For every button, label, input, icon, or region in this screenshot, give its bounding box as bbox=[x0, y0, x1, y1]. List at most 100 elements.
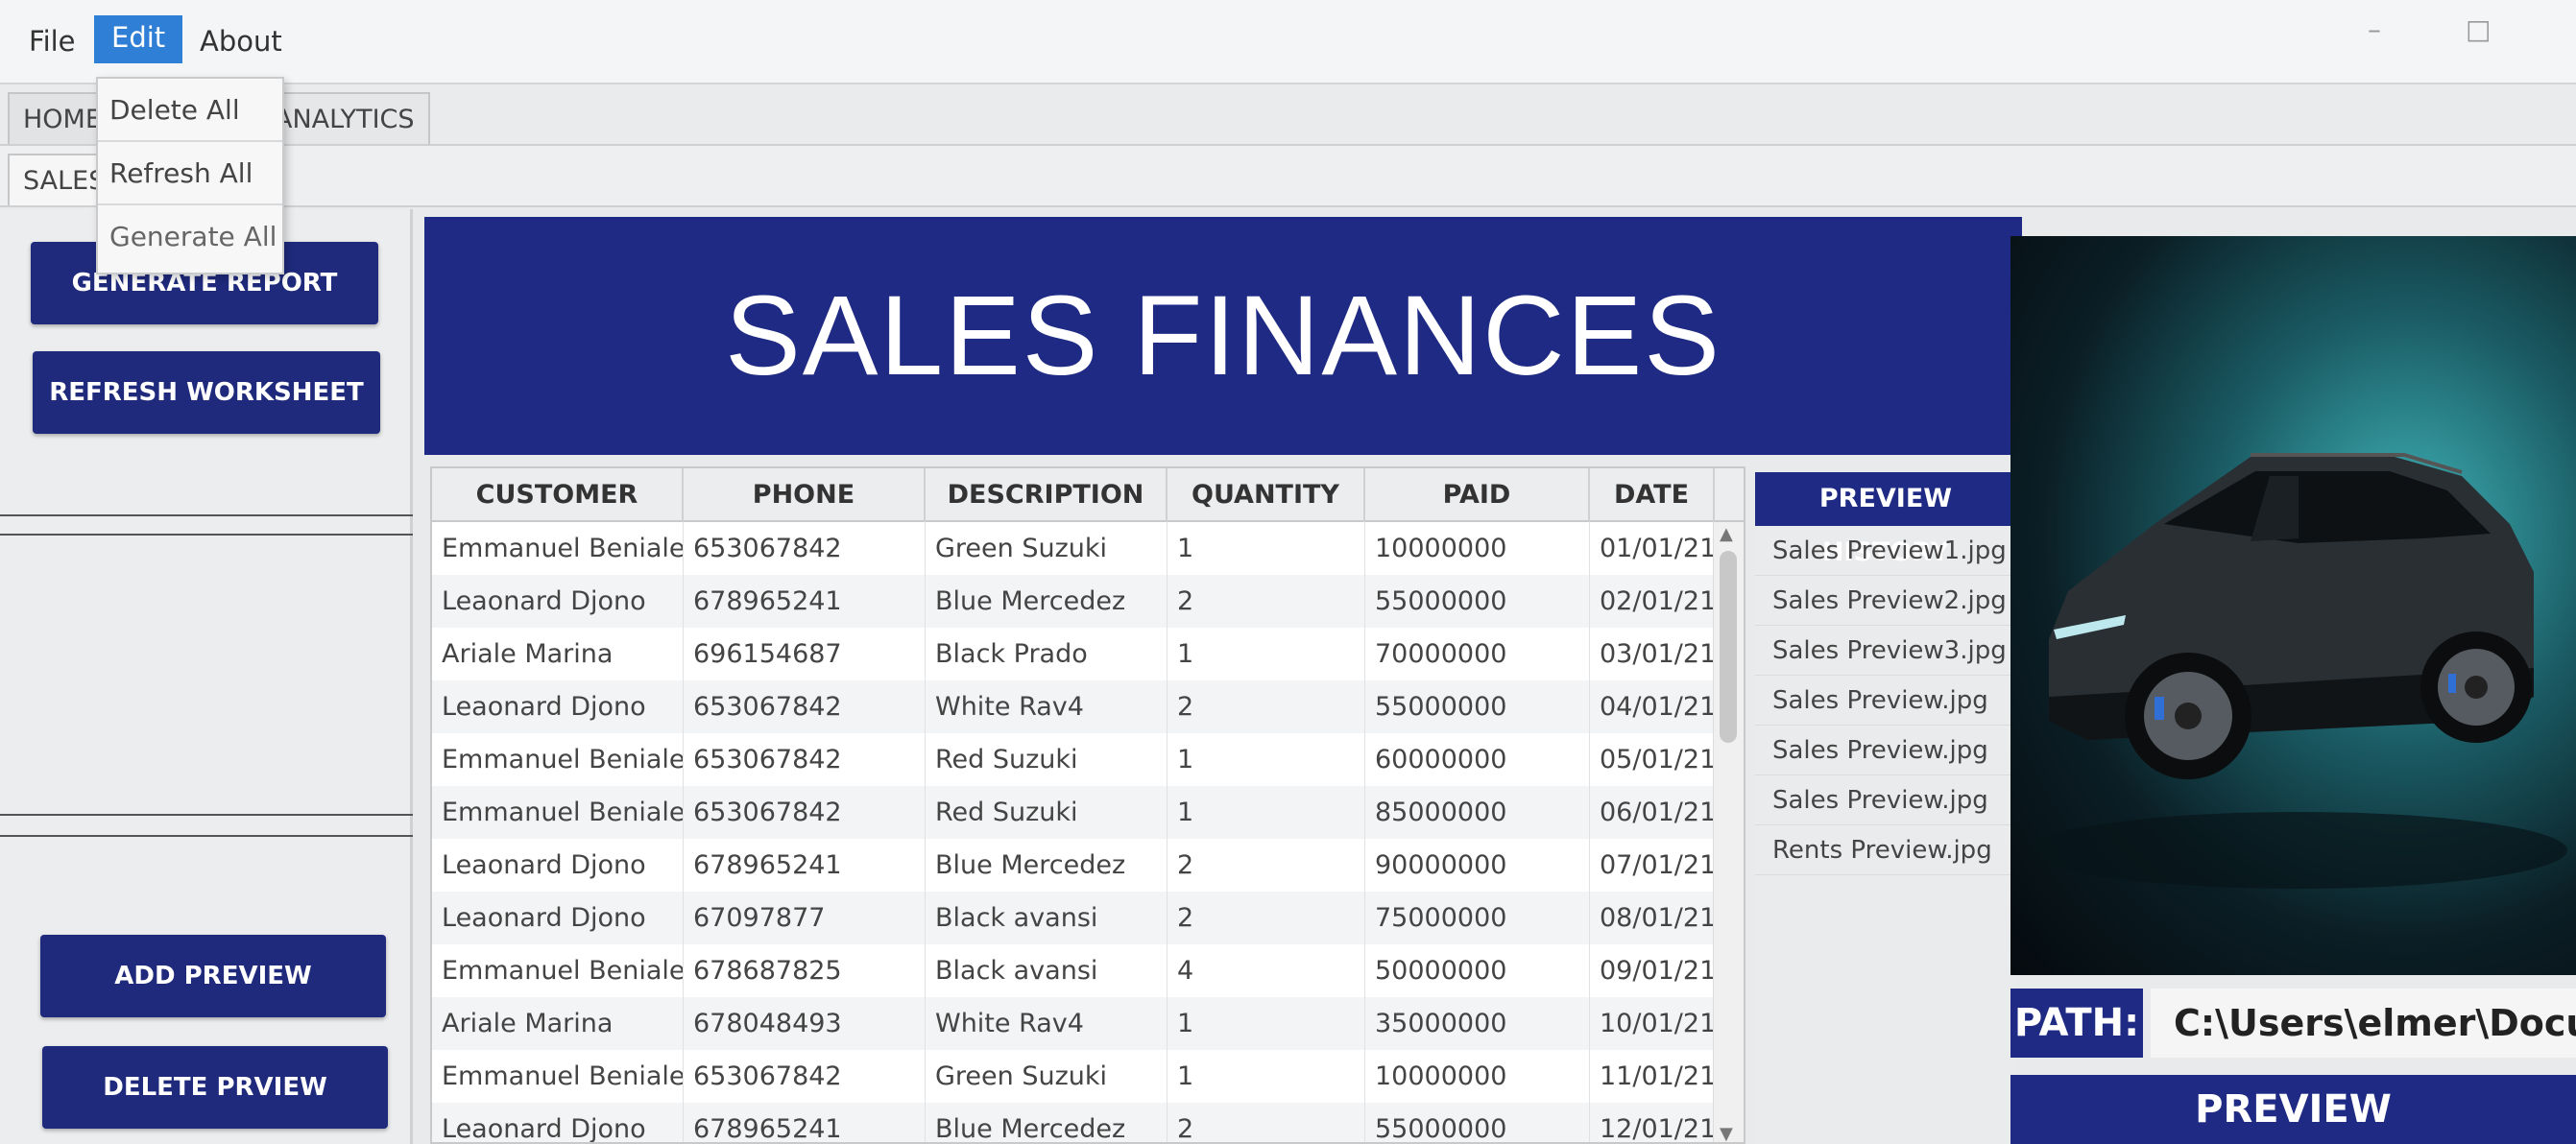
cell-description: Black avansi bbox=[926, 944, 1168, 997]
cell-description: Green Suzuki bbox=[926, 1050, 1168, 1103]
table-body: Emmanuel Beniale 653067842 Green Suzuki 1 10… bbox=[432, 522, 1715, 1142]
table-row[interactable]: Emmanuel Beniale 653067842 Red Suzuki 1 6000… bbox=[432, 733, 1715, 786]
cell-customer: Emmanuel Beniale bbox=[432, 733, 684, 786]
history-list-item[interactable]: Sales Preview.jpg bbox=[1755, 775, 2016, 825]
cell-date: 10/01/21 bbox=[1590, 997, 1715, 1050]
cell-date: 01/01/21 bbox=[1590, 522, 1715, 575]
cell-description: Blue Mercedez bbox=[926, 1103, 1168, 1142]
preview-button[interactable]: PREVIEW bbox=[2010, 1075, 2576, 1144]
column-header-paid[interactable]: PAID bbox=[1365, 468, 1590, 522]
table-row[interactable]: Leaonard Djono 67097877 Black avansi 2 75000… bbox=[432, 892, 1715, 944]
menu-item-refresh-all[interactable]: Refresh All bbox=[98, 142, 282, 205]
history-list-item[interactable]: Sales Preview3.jpg bbox=[1755, 626, 2016, 676]
cell-customer: Leaonard Djono bbox=[432, 839, 684, 892]
cell-paid: 55000000 bbox=[1365, 680, 1590, 733]
scroll-up-icon[interactable]: ▲ bbox=[1720, 524, 1733, 544]
menu-edit[interactable]: Edit bbox=[94, 15, 183, 63]
preview-history-title: PREVIEW HISTORY bbox=[1755, 472, 2016, 567]
scrollbar-thumb[interactable] bbox=[1720, 551, 1737, 743]
history-list-item[interactable]: Sales Preview2.jpg bbox=[1755, 576, 2016, 626]
cell-phone: 653067842 bbox=[684, 786, 926, 839]
scroll-down-icon[interactable]: ▼ bbox=[1720, 1124, 1733, 1142]
maximize-button[interactable]: □ bbox=[2466, 13, 2491, 45]
cell-customer: Emmanuel Beniale bbox=[432, 522, 684, 575]
cell-phone: 678965241 bbox=[684, 1103, 926, 1142]
cell-description: Blue Mercedez bbox=[926, 575, 1168, 628]
table-row[interactable]: Leaonard Djono 678965241 Blue Mercedez 2 550… bbox=[432, 1103, 1715, 1142]
history-list-item[interactable]: Rents Preview.jpg bbox=[1755, 825, 2016, 875]
cell-date: 09/01/21 bbox=[1590, 944, 1715, 997]
cell-customer: Leaonard Djono bbox=[432, 575, 684, 628]
divider bbox=[0, 835, 413, 837]
menu-about[interactable]: About bbox=[200, 25, 282, 58]
cell-phone: 678965241 bbox=[684, 839, 926, 892]
history-list-item[interactable]: Sales Preview1.jpg bbox=[1755, 526, 2016, 576]
cell-quantity: 1 bbox=[1168, 733, 1365, 786]
cell-quantity: 2 bbox=[1168, 680, 1365, 733]
table-row[interactable]: Emmanuel Beniale 678687825 Black avansi 4 50… bbox=[432, 944, 1715, 997]
column-header-quantity[interactable]: QUANTITY bbox=[1168, 468, 1365, 522]
cell-paid: 90000000 bbox=[1365, 839, 1590, 892]
cell-date: 08/01/21 bbox=[1590, 892, 1715, 944]
table-row[interactable]: Ariale Marina 696154687 Black Prado 1 700000… bbox=[432, 628, 1715, 680]
menu-item-delete-all[interactable]: Delete All bbox=[98, 79, 282, 142]
cell-phone: 678965241 bbox=[684, 575, 926, 628]
table-row[interactable]: Leaonard Djono 678965241 Blue Mercedez 2 900… bbox=[432, 839, 1715, 892]
refresh-worksheet-button[interactable]: REFRESH WORKSHEET bbox=[33, 351, 380, 434]
cell-date: 06/01/21 bbox=[1590, 786, 1715, 839]
delete-preview-button[interactable]: DELETE PRVIEW bbox=[42, 1046, 388, 1129]
cell-date: 02/01/21 bbox=[1590, 575, 1715, 628]
page-title-banner: SALES FINANCES bbox=[424, 217, 2022, 455]
history-list-item[interactable]: Sales Preview.jpg bbox=[1755, 676, 2016, 726]
table-row[interactable]: Emmanuel Beniale 653067842 Green Suzuki 1 10… bbox=[432, 522, 1715, 575]
cell-customer: Emmanuel Beniale bbox=[432, 944, 684, 997]
cell-paid: 75000000 bbox=[1365, 892, 1590, 944]
table-row[interactable]: Ariale Marina 678048493 White Rav4 1 3500000… bbox=[432, 997, 1715, 1050]
cell-quantity: 1 bbox=[1168, 997, 1365, 1050]
column-header-description[interactable]: DESCRIPTION bbox=[926, 468, 1168, 522]
table-row[interactable]: Emmanuel Beniale 653067842 Green Suzuki 1 10… bbox=[432, 1050, 1715, 1103]
column-header-phone[interactable]: PHONE bbox=[684, 468, 926, 522]
edit-dropdown-menu: Delete All Refresh All Generate All bbox=[96, 77, 284, 274]
divider bbox=[0, 534, 413, 536]
tab-analytics[interactable]: ANALYTICS bbox=[259, 92, 430, 144]
cell-quantity: 1 bbox=[1168, 522, 1365, 575]
menu-file[interactable]: File bbox=[29, 25, 76, 58]
sub-tab-bar: SALES bbox=[0, 146, 2576, 207]
menu-item-generate-all[interactable]: Generate All bbox=[98, 205, 282, 269]
cell-quantity: 1 bbox=[1168, 1050, 1365, 1103]
cell-phone: 653067842 bbox=[684, 733, 926, 786]
car-icon bbox=[2030, 453, 2567, 889]
cell-description: White Rav4 bbox=[926, 680, 1168, 733]
cell-quantity: 2 bbox=[1168, 892, 1365, 944]
cell-quantity: 2 bbox=[1168, 839, 1365, 892]
cell-paid: 60000000 bbox=[1365, 733, 1590, 786]
car-preview-image bbox=[2010, 236, 2576, 975]
cell-quantity: 2 bbox=[1168, 1103, 1365, 1142]
cell-phone: 678687825 bbox=[684, 944, 926, 997]
table-row[interactable]: Emmanuel Beniale 653067842 Red Suzuki 1 8500… bbox=[432, 786, 1715, 839]
table-row[interactable]: Leaonard Djono 678965241 Blue Mercedez 2 550… bbox=[432, 575, 1715, 628]
menu-bar: File Edit About – □ bbox=[0, 0, 2576, 84]
cell-phone: 653067842 bbox=[684, 1050, 926, 1103]
cell-date: 07/01/21 bbox=[1590, 839, 1715, 892]
cell-phone: 678048493 bbox=[684, 997, 926, 1050]
cell-customer: Emmanuel Beniale bbox=[432, 786, 684, 839]
divider bbox=[0, 814, 413, 816]
cell-phone: 653067842 bbox=[684, 522, 926, 575]
column-header-customer[interactable]: CUSTOMER bbox=[432, 468, 684, 522]
cell-customer: Leaonard Djono bbox=[432, 1103, 684, 1142]
cell-paid: 10000000 bbox=[1365, 522, 1590, 575]
minimize-button[interactable]: – bbox=[2368, 13, 2381, 45]
table-scrollbar[interactable]: ▲ ▼ bbox=[1713, 522, 1744, 1142]
add-preview-button[interactable]: ADD PREVIEW bbox=[40, 935, 386, 1017]
path-field[interactable]: C:\Users\elmer\Docu bbox=[2151, 989, 2576, 1058]
sales-table[interactable]: CUSTOMER PHONE DESCRIPTION QUANTITY PAID… bbox=[430, 466, 1745, 1144]
history-list-item[interactable]: Sales Preview.jpg bbox=[1755, 726, 2016, 775]
cell-description: Red Suzuki bbox=[926, 786, 1168, 839]
cell-date: 11/01/21 bbox=[1590, 1050, 1715, 1103]
cell-quantity: 4 bbox=[1168, 944, 1365, 997]
column-header-date[interactable]: DATE bbox=[1590, 468, 1715, 522]
cell-date: 05/01/21 bbox=[1590, 733, 1715, 786]
table-row[interactable]: Leaonard Djono 653067842 White Rav4 2 550000… bbox=[432, 680, 1715, 733]
